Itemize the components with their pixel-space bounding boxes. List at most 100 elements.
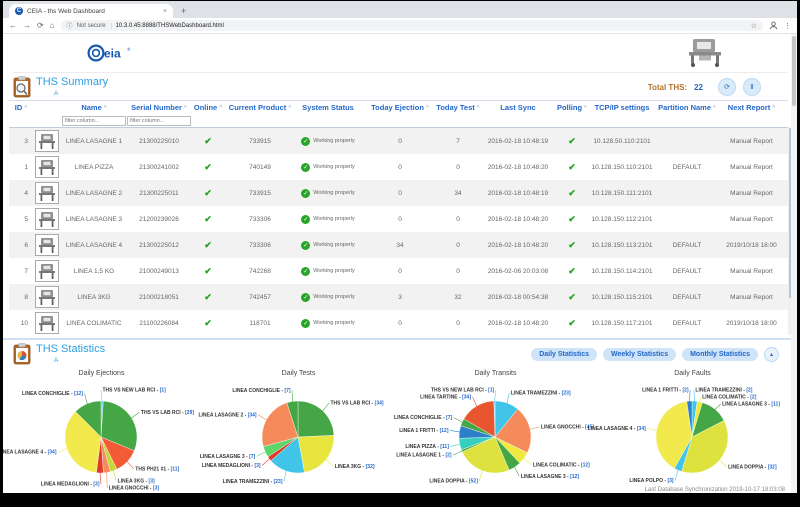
online-check-icon: ✔ (204, 240, 212, 251)
cell-tcpip: 10.128.150.110:2101 (585, 154, 659, 180)
cell-polling: ✔ (559, 180, 585, 206)
column-label: TCP/IP settings (595, 103, 650, 112)
column-header-name[interactable]: Name^ (61, 101, 127, 114)
online-check-icon: ✔ (204, 188, 212, 199)
name-filter-input[interactable] (62, 116, 126, 126)
filter-cell (361, 114, 439, 127)
ths-statistics-header: THS Statistics A Daily Statistics Weekly… (3, 338, 797, 367)
url-field[interactable]: ⓘ Not secure 10.3.0.45:8888/THSWebDashbo… (61, 20, 763, 31)
daily-statistics-button[interactable]: Daily Statistics (531, 348, 597, 361)
sort-caret-icon[interactable]: ^ (184, 105, 187, 111)
cell-name: LINEA 1,5 KG (61, 258, 127, 284)
column-header-product[interactable]: Current Product^ (225, 101, 295, 114)
column-header-id[interactable]: ID^ (9, 101, 33, 114)
column-header-ejection[interactable]: Today Ejection^ (361, 101, 439, 114)
bookmark-star-icon[interactable]: ☆ (751, 22, 757, 30)
sync-button[interactable]: ⟳ (718, 78, 736, 96)
statistics-title: THS Statistics (36, 343, 105, 355)
column-header-online[interactable]: Online^ (191, 101, 225, 114)
sort-caret-icon[interactable]: ^ (426, 105, 429, 111)
filter-cell (127, 114, 191, 127)
status-text: Working properly (313, 242, 354, 248)
sort-caret-icon[interactable]: ^ (104, 105, 107, 111)
table-row[interactable]: 4 LINEA LASAGNE 221300225011✔733915✓Work… (9, 180, 788, 206)
column-label: ID (15, 103, 23, 112)
reload-icon[interactable]: ⟳ (37, 21, 44, 30)
cell-product: 742268 (225, 258, 295, 284)
weekly-statistics-button[interactable]: Weekly Statistics (603, 348, 676, 361)
cell-partition: DEFAULT (659, 154, 715, 180)
sort-caret-icon[interactable]: ^ (24, 105, 27, 111)
status-ok-icon: ✓ (301, 215, 310, 224)
cell-icon (33, 310, 61, 336)
pie-label: LINEA POLPO - [3] (629, 478, 674, 484)
serial-filter-input[interactable] (127, 116, 191, 126)
menu-dots-icon[interactable]: ⋮ (784, 22, 791, 30)
pie-label: LINEA GNOCCHI - [45] (541, 425, 594, 431)
cell-ejection: 3 (361, 284, 439, 310)
statistics-collapse[interactable]: A (54, 357, 105, 364)
cell-online: ✔ (191, 232, 225, 258)
status-ok-icon: ✓ (301, 319, 310, 328)
summary-collapse[interactable]: A (54, 90, 108, 97)
pie-label-line (85, 394, 88, 405)
chart-daily-ejections: Daily Ejections THS VS NEW LAB RCI - [1]… (3, 368, 200, 493)
pause-button[interactable]: Ⅱ (743, 78, 761, 96)
column-label: Current Product (229, 103, 287, 112)
back-icon[interactable]: ← (9, 21, 17, 30)
filter-cell (715, 114, 788, 127)
status-badge: ✓Working properly (301, 137, 354, 146)
cell-tcpip: 10.128.150.117:2101 (585, 310, 659, 336)
chart-title: Daily Faults (674, 370, 711, 377)
table-row[interactable]: 8 LINEA 3KG21000218051✔742457✓Working pr… (9, 284, 788, 310)
monthly-statistics-button[interactable]: Monthly Statistics (682, 348, 758, 361)
browser-tab[interactable]: C CEIA - ths Web Dashboard × (9, 4, 173, 18)
pie-label-line (113, 470, 116, 481)
sort-caret-icon[interactable]: ^ (772, 105, 775, 111)
cell-icon (33, 258, 61, 284)
pie-label: THS PH21 #1 - [11] (135, 467, 179, 473)
pie-label: LINEA TRAMEZZINI - [23] (511, 390, 571, 396)
pie-label: THS VS LAB RCI - [34] (331, 401, 384, 407)
collapse-section-button[interactable]: ▴ (764, 347, 779, 362)
profile-icon[interactable] (769, 21, 778, 30)
cell-next_report: 2019/10/18 18:00 (715, 310, 788, 336)
ths-summary-header: THS Summary A Total THS: 22 ⟳ Ⅱ (3, 73, 797, 100)
cell-polling: ✔ (559, 232, 585, 258)
table-row[interactable]: 3 LINEA LASAGNE 121300225010✔733915✓Work… (9, 128, 788, 154)
cell-online: ✔ (191, 258, 225, 284)
column-header-polling[interactable]: Polling^ (559, 101, 585, 114)
column-header-partition[interactable]: Partition Name^ (659, 101, 715, 114)
total-ths-value: 22 (694, 83, 703, 92)
cell-status: ✓Working properly (295, 310, 361, 336)
sort-caret-icon[interactable]: ^ (288, 105, 291, 111)
pie-label-line (100, 472, 101, 484)
table-row[interactable]: 5 LINEA LASAGNE 321200239026✔733306✓Work… (9, 206, 788, 232)
tab-close-icon[interactable]: × (163, 8, 167, 15)
status-text: Working properly (313, 268, 354, 274)
online-check-icon: ✔ (204, 162, 212, 173)
forward-icon[interactable]: → (23, 21, 31, 30)
new-tab-button[interactable]: + (181, 6, 186, 16)
column-header-test[interactable]: Today Test^ (439, 101, 477, 114)
home-icon[interactable]: ⌂ (50, 21, 55, 30)
table-row[interactable]: 7 LINEA 1,5 KG21000249013✔742268✓Working… (9, 258, 788, 284)
pie-label: LINEA CONCHIGLIE - [7] (394, 415, 452, 421)
column-header-serial[interactable]: Serial Number^ (127, 101, 191, 114)
cell-test: 0 (439, 206, 477, 232)
table-filter-row (9, 114, 788, 128)
info-icon[interactable]: ⓘ (67, 21, 73, 30)
page-scrollbar-thumb[interactable] (792, 36, 796, 106)
table-row[interactable]: 1 LINEA PIZZA21300241002✔740149✓Working … (9, 154, 788, 180)
page-scrollbar[interactable] (791, 34, 797, 493)
status-ok-icon: ✓ (301, 267, 310, 276)
column-header-next_report[interactable]: Next Report^ (715, 101, 788, 114)
sort-caret-icon[interactable]: ^ (219, 105, 222, 111)
cell-partition (659, 128, 715, 154)
machine-thumbnail (35, 182, 59, 204)
online-check-icon: ✔ (204, 292, 212, 303)
table-row[interactable]: 10 LINEA COLIMATIC21100226084✔118701✓Wor… (9, 310, 788, 336)
table-row[interactable]: 6 LINEA LASAGNE 421300225012✔733306✓Work… (9, 232, 788, 258)
cell-name: LINEA LASAGNE 2 (61, 180, 127, 206)
cell-next_report: Manual Report (715, 206, 788, 232)
